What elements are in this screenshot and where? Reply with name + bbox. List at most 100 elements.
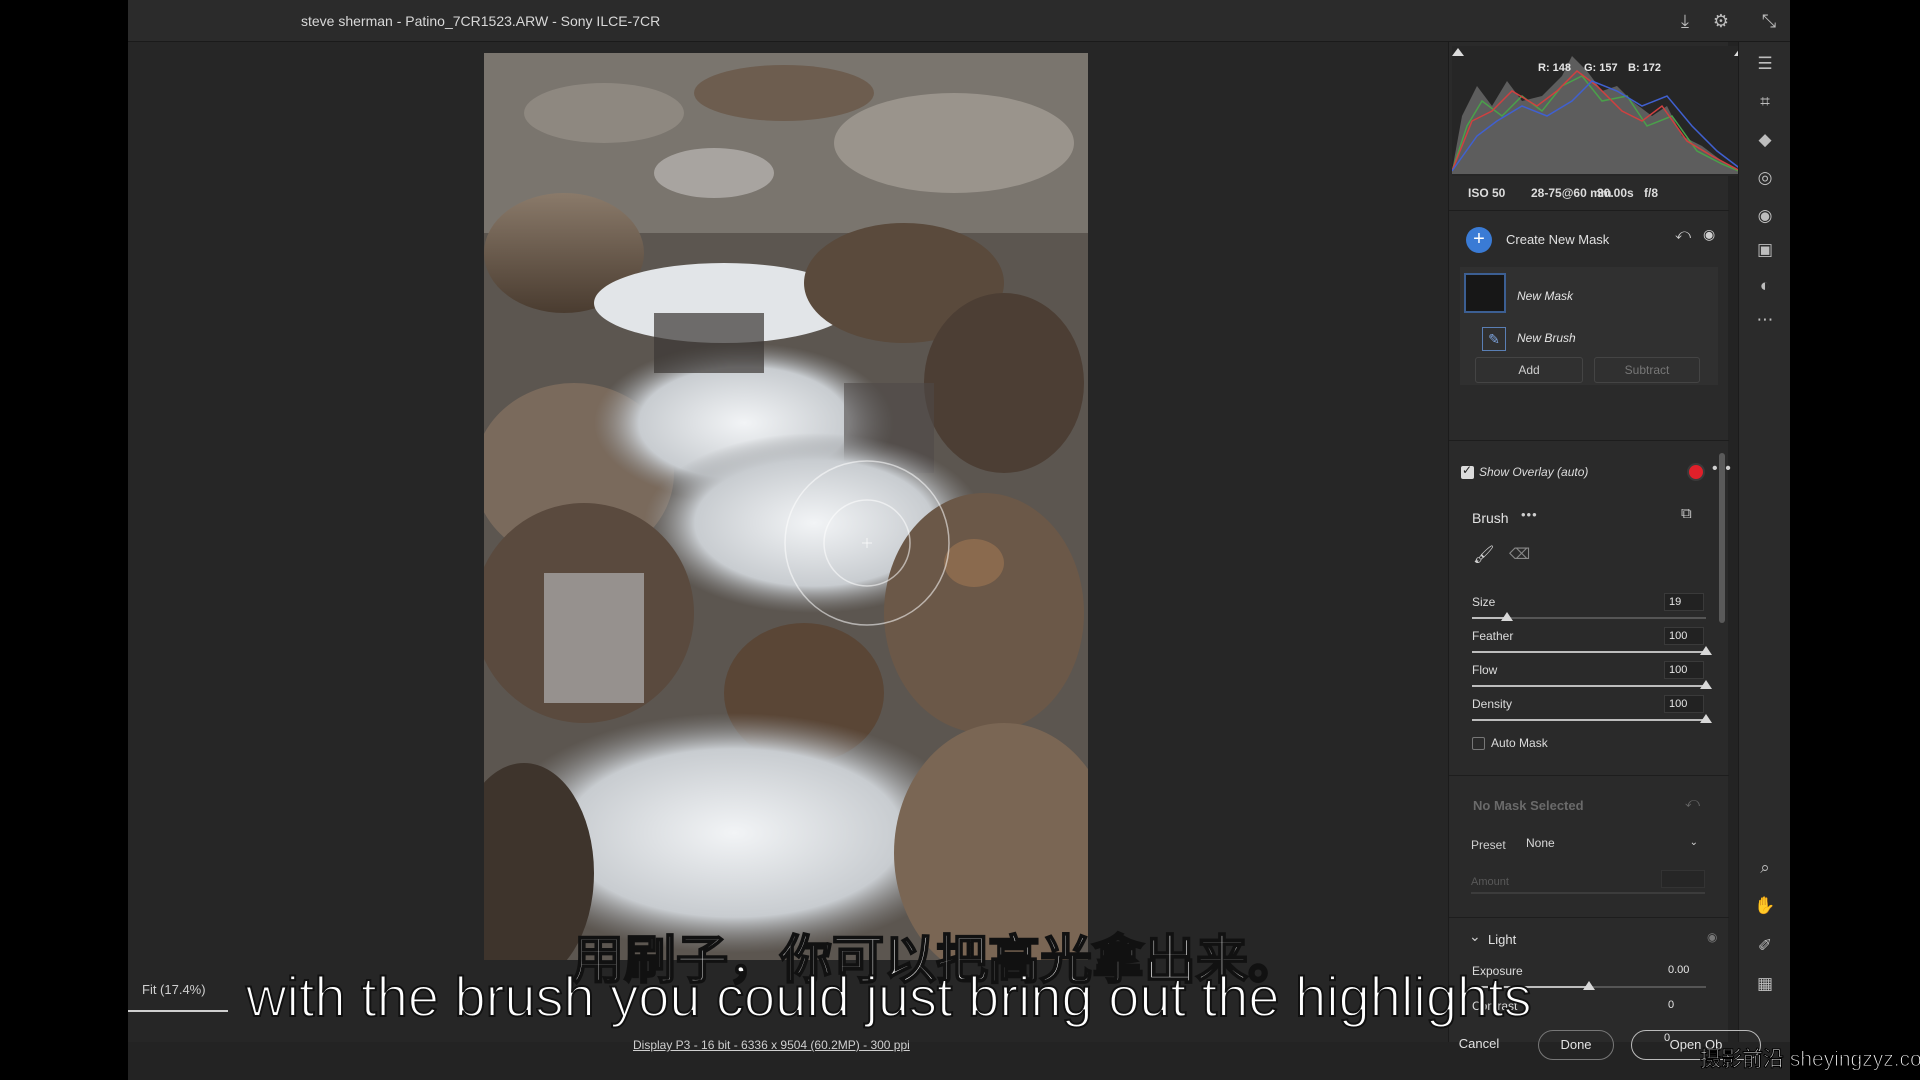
preset-label: Preset — [1471, 838, 1506, 852]
light-title[interactable]: Light — [1488, 932, 1516, 947]
exposure-value[interactable]: 0.00 — [1664, 962, 1704, 980]
tool-rail: ☰ ⌗ ◆ ◎ ◉ ▣ ◐ ⋯ ⌕ ✋ ✐ ▦ — [1738, 42, 1790, 1042]
divider — [1449, 775, 1729, 776]
size-knob[interactable] — [1501, 612, 1514, 621]
image-canvas[interactable] — [128, 42, 1448, 1042]
done-button[interactable]: Done — [1538, 1030, 1614, 1060]
heal-icon[interactable]: ◆ — [1753, 128, 1777, 152]
sampler-icon[interactable]: ✐ — [1753, 934, 1777, 958]
no-mask-title: No Mask Selected — [1473, 798, 1584, 813]
divider — [1449, 917, 1729, 918]
display-info-link[interactable]: Display P3 - 16 bit - 6336 x 9504 (60.2M… — [633, 1038, 910, 1052]
auto-mask-checkbox[interactable] — [1472, 737, 1485, 750]
feather-fill — [1472, 651, 1706, 653]
adjustments-section: No Mask Selected ⤺ Preset None ⌄ Amount — [1449, 780, 1729, 910]
size-label: Size — [1472, 595, 1496, 609]
amount-track — [1471, 892, 1705, 894]
exif-lens: 28-75@60 mm — [1531, 186, 1612, 200]
mask-item[interactable]: New Mask ✎ New Brush Add Subtract — [1460, 267, 1718, 385]
flow-slider[interactable]: Flow 100 — [1472, 661, 1712, 695]
cancel-button[interactable]: Cancel — [1444, 1030, 1514, 1060]
show-overlay-checkbox[interactable] — [1461, 463, 1474, 479]
create-mask-row[interactable]: + Create New Mask ⤺ ◉ — [1449, 212, 1729, 262]
chevron-down-icon[interactable]: ⌄ — [1469, 928, 1482, 945]
mask-thumbnail[interactable] — [1464, 273, 1506, 313]
snapshots-icon[interactable]: ▣ — [1753, 238, 1777, 262]
chevron-down-icon: ⌄ — [1689, 837, 1698, 848]
histogram-red: R: 148 — [1538, 62, 1572, 74]
density-track — [1472, 714, 1712, 723]
histogram-blue: B: 172 — [1628, 62, 1662, 74]
show-overlay-label[interactable]: Show Overlay (auto) — [1479, 465, 1588, 479]
subtract-button[interactable]: Subtract — [1594, 357, 1700, 383]
crop-icon[interactable]: ⌗ — [1753, 90, 1777, 114]
histogram-green: G: 157 — [1584, 62, 1618, 74]
auto-mask-label[interactable]: Auto Mask — [1491, 736, 1548, 750]
feather-label: Feather — [1472, 629, 1514, 643]
zoom-icon[interactable]: ⌕ — [1753, 856, 1777, 880]
save-icon[interactable]: ⤓ — [1674, 10, 1696, 32]
more-tools-icon[interactable]: ⋯ — [1753, 308, 1777, 332]
exif-aperture: f/8 — [1644, 186, 1659, 200]
presets-icon[interactable]: ◐ — [1753, 274, 1777, 298]
flow-track — [1472, 680, 1712, 689]
flow-fill — [1472, 685, 1706, 687]
brush-paint-icon[interactable]: 🖌 — [1473, 545, 1496, 565]
add-button[interactable]: Add — [1475, 357, 1583, 383]
undo-icon[interactable]: ⤺ — [1675, 226, 1692, 243]
density-label: Density — [1472, 697, 1513, 711]
mask-name[interactable]: New Mask — [1517, 289, 1573, 303]
edit-sliders-icon[interactable]: ☰ — [1753, 52, 1777, 76]
size-slider[interactable]: Size 19 — [1472, 593, 1712, 627]
red-eye-icon[interactable]: ◉ — [1753, 204, 1777, 228]
amount-field[interactable] — [1661, 870, 1705, 888]
gear-icon[interactable]: ⚙ — [1710, 10, 1732, 32]
collapse-icon[interactable]: ⤡ — [1758, 10, 1780, 32]
flow-label: Flow — [1472, 663, 1498, 677]
done-label: Done — [1560, 1037, 1592, 1052]
density-fill — [1472, 719, 1706, 721]
create-mask-label[interactable]: Create New Mask — [1506, 232, 1609, 247]
preset-select[interactable]: None ⌄ — [1522, 832, 1704, 854]
cancel-label: Cancel — [1458, 1036, 1500, 1051]
feather-slider[interactable]: Feather 100 — [1472, 627, 1712, 661]
window-title: steve sherman - Patino_7CR1523.ARW - Son… — [301, 13, 661, 29]
brush-more-icon[interactable]: ••• — [1521, 507, 1538, 522]
add-mask-button[interactable]: + — [1466, 227, 1492, 253]
divider — [1449, 210, 1729, 211]
masking-icon[interactable]: ◎ — [1753, 166, 1777, 190]
density-knob[interactable] — [1700, 714, 1712, 723]
brush-title: Brush — [1472, 510, 1509, 526]
zoom-level[interactable]: Fit (17.4%) — [142, 982, 206, 997]
feather-track — [1472, 646, 1712, 655]
waterfall-photo[interactable] — [484, 53, 1088, 960]
scrollbar-thumb[interactable] — [1719, 453, 1725, 623]
eye-icon[interactable]: ◉ — [1703, 226, 1716, 243]
brush-section: Brush ••• ⧉ 🖌 ⌫ Size 19 Feather 100 Flow… — [1449, 495, 1729, 775]
brush-component-name[interactable]: New Brush — [1517, 331, 1576, 345]
zoom-underline — [128, 1010, 228, 1012]
density-slider[interactable]: Density 100 — [1472, 695, 1712, 729]
density-value[interactable]: 100 — [1664, 695, 1704, 713]
brush-erase-icon[interactable]: ⌫ — [1509, 545, 1531, 563]
hand-icon[interactable]: ✋ — [1753, 894, 1777, 918]
feather-knob[interactable] — [1700, 646, 1712, 655]
add-label: Add — [1518, 363, 1540, 377]
size-value[interactable]: 19 — [1664, 593, 1704, 611]
panel-scrollbar[interactable] — [1719, 453, 1725, 773]
size-track — [1472, 612, 1706, 621]
flow-knob[interactable] — [1700, 680, 1712, 689]
contrast-value[interactable]: 0 — [1664, 997, 1704, 1015]
brush-preset-icon[interactable]: ⧉ — [1681, 505, 1693, 522]
preset-value: None — [1526, 836, 1555, 850]
overlay-color-swatch[interactable] — [1687, 463, 1705, 481]
watermark: 摄影前沿 sheyingzyz.com — [1699, 1048, 1920, 1072]
exposure-knob[interactable] — [1583, 981, 1595, 990]
reset-icon[interactable]: ⤺ — [1685, 794, 1701, 811]
eye-icon[interactable]: ◉ — [1707, 930, 1718, 944]
amount-label: Amount — [1471, 876, 1509, 888]
brush-component-icon[interactable]: ✎ — [1482, 327, 1506, 351]
feather-value[interactable]: 100 — [1664, 627, 1704, 645]
flow-value[interactable]: 100 — [1664, 661, 1704, 679]
grid-icon[interactable]: ▦ — [1753, 972, 1777, 996]
